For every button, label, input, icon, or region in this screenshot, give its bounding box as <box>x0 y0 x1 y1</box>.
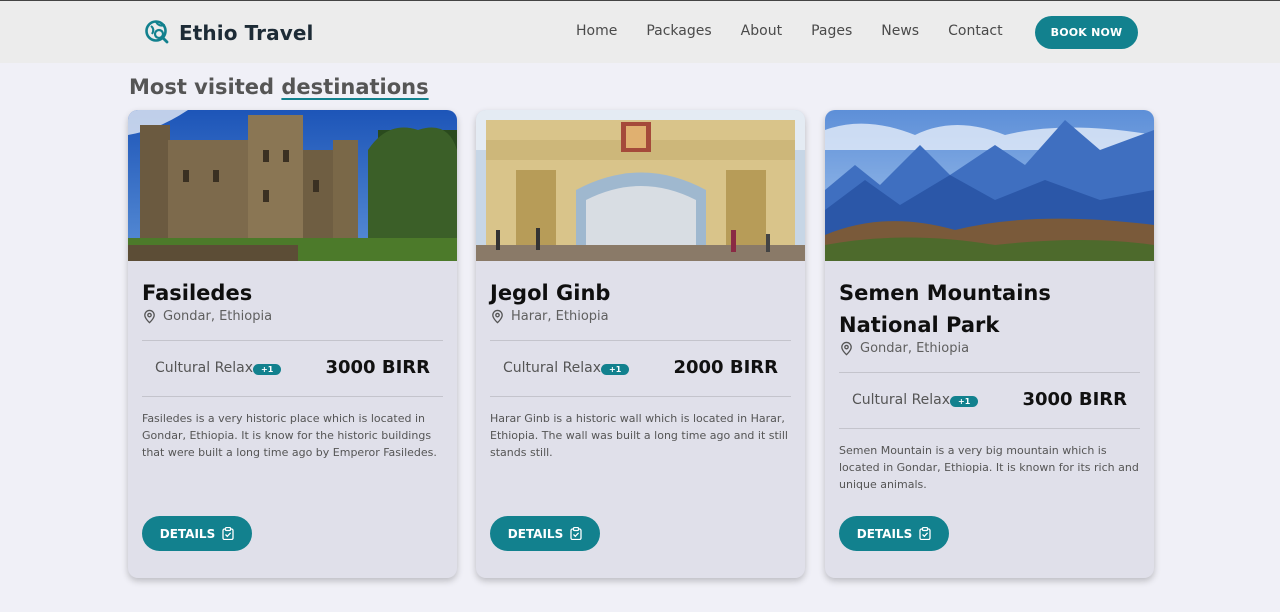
map-pin-icon <box>144 309 155 324</box>
destination-card-jegol-ginb: Jegol Ginb Harar, Ethiopia Cultural Rela… <box>476 110 805 578</box>
destination-description: Fasiledes is a very historic place which… <box>142 412 437 459</box>
divider <box>142 340 443 341</box>
details-button[interactable]: DETAILS <box>142 516 252 551</box>
brand-name: Ethio Travel <box>179 20 314 45</box>
destination-title: Semen Mountains National Park <box>839 281 1051 337</box>
category-count-badge: +1 <box>601 363 630 375</box>
globe-search-icon <box>145 20 169 44</box>
destination-description: Semen Mountain is a very big mountain wh… <box>839 444 1139 491</box>
details-button-label: DETAILS <box>159 526 216 541</box>
destination-location: Harar, Ethiopia <box>490 309 609 324</box>
main-nav: Home Packages About Pages News Contact <box>576 23 1032 39</box>
details-button[interactable]: DETAILS <box>490 516 600 551</box>
navbar: Ethio Travel Home Packages About Pages N… <box>0 1 1280 63</box>
clipboard-check-icon <box>919 527 931 540</box>
destination-description: Harar Ginb is a historic wall which is l… <box>490 412 788 459</box>
brand[interactable]: Ethio Travel <box>145 20 313 45</box>
location-text: Gondar, Ethiopia <box>163 309 273 324</box>
category: Cultural Relax +1 <box>852 392 979 408</box>
destination-card-fasiledes: Fasiledes Gondar, Ethiopia Cultural Rela… <box>128 110 457 578</box>
category: Cultural Relax +1 <box>503 360 630 376</box>
nav-contact[interactable]: Contact <box>948 23 1002 39</box>
destination-card-semen-mountains: Semen Mountains National Park Gondar, Et… <box>825 110 1154 578</box>
section-title-prefix: Most visited <box>129 75 282 99</box>
clipboard-check-icon <box>570 527 582 540</box>
category-label: Cultural Relax <box>155 360 254 376</box>
divider <box>839 372 1140 373</box>
details-button-label: DETAILS <box>856 526 913 541</box>
destination-location: Gondar, Ethiopia <box>839 341 969 356</box>
book-now-button[interactable]: BOOK NOW <box>1035 16 1138 49</box>
map-pin-icon <box>841 341 852 356</box>
price: 3000 BIRR <box>325 357 430 378</box>
divider <box>490 340 791 341</box>
category-label: Cultural Relax <box>852 392 951 408</box>
destination-image-jegol-ginb <box>476 110 805 261</box>
nav-packages[interactable]: Packages <box>646 23 711 39</box>
nav-news[interactable]: News <box>881 23 919 39</box>
destination-image-fasiledes <box>128 110 457 261</box>
category-count-badge: +1 <box>950 395 979 407</box>
location-text: Gondar, Ethiopia <box>860 341 970 356</box>
price: 3000 BIRR <box>1022 389 1127 410</box>
destination-title: Fasiledes <box>142 281 253 305</box>
clipboard-check-icon <box>222 527 234 540</box>
details-button[interactable]: DETAILS <box>839 516 949 551</box>
nav-pages[interactable]: Pages <box>811 23 852 39</box>
category-count-badge: +1 <box>253 363 282 375</box>
destination-title: Jegol Ginb <box>490 281 611 305</box>
destination-image-semen-mountains <box>825 110 1154 261</box>
section-title: Most visited destinations <box>129 75 429 99</box>
nav-about[interactable]: About <box>741 23 782 39</box>
destination-location: Gondar, Ethiopia <box>142 309 272 324</box>
map-pin-icon <box>492 309 503 324</box>
divider <box>490 396 791 397</box>
nav-home[interactable]: Home <box>576 23 617 39</box>
price: 2000 BIRR <box>673 357 778 378</box>
section-title-highlight: destinations <box>281 75 429 99</box>
divider <box>142 396 443 397</box>
category-label: Cultural Relax <box>503 360 602 376</box>
details-button-label: DETAILS <box>507 526 564 541</box>
category: Cultural Relax +1 <box>155 360 282 376</box>
location-text: Harar, Ethiopia <box>511 309 609 324</box>
divider <box>839 428 1140 429</box>
